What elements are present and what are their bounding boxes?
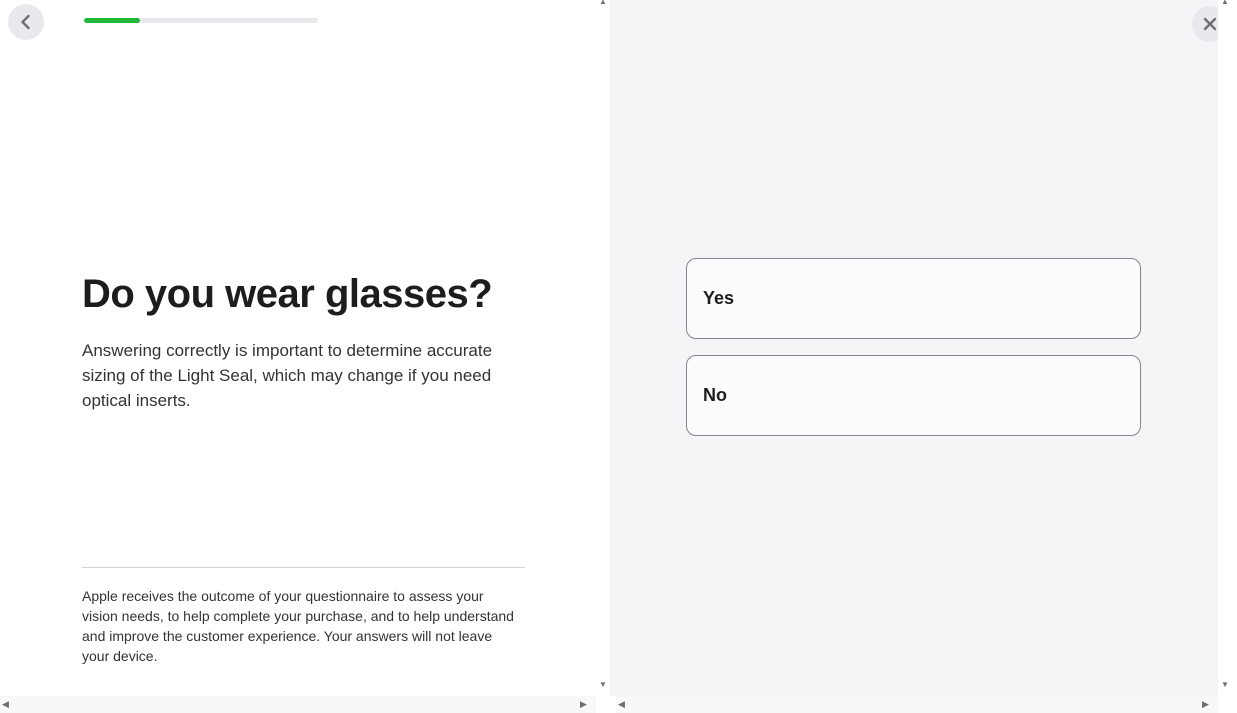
question-pane: Do you wear glasses? Answering correctly… — [0, 0, 596, 696]
divider — [82, 567, 525, 568]
scroll-right-arrow-icon[interactable]: ▶ — [580, 699, 587, 709]
progress-bar — [84, 18, 318, 23]
right-pane-horizontal-scrollbar[interactable]: ◀ ▶ — [616, 696, 1218, 713]
questionnaire-window: Do you wear glasses? Answering correctly… — [0, 0, 1237, 713]
option-no-button[interactable]: No — [686, 355, 1141, 436]
right-pane-vertical-scrollbar[interactable]: ▲ ▼ — [1218, 0, 1237, 696]
close-icon — [1203, 17, 1217, 31]
scrollbar-corner — [1218, 696, 1237, 713]
question-description: Answering correctly is important to dete… — [82, 341, 493, 410]
progress-fill — [84, 18, 141, 23]
privacy-disclaimer: Apple receives the outcome of your quest… — [82, 588, 514, 664]
option-yes-button[interactable]: Yes — [686, 258, 1141, 339]
question-title: Do you wear glasses? — [82, 272, 493, 316]
scroll-up-arrow-icon[interactable]: ▲ — [598, 0, 608, 7]
left-pane-horizontal-scrollbar[interactable]: ◀ ▶ — [0, 696, 596, 713]
scroll-down-arrow-icon[interactable]: ▼ — [598, 680, 608, 690]
back-button[interactable] — [8, 4, 44, 40]
scroll-up-arrow-icon[interactable]: ▲ — [1220, 0, 1230, 7]
scrollbar-gap — [596, 696, 616, 713]
option-label: Yes — [703, 288, 735, 308]
chevron-left-icon — [21, 14, 30, 30]
scroll-left-arrow-icon[interactable]: ◀ — [2, 699, 9, 709]
scroll-down-arrow-icon[interactable]: ▼ — [1220, 680, 1230, 690]
option-label: No — [703, 385, 727, 405]
answer-pane — [610, 0, 1218, 696]
scroll-right-arrow-icon[interactable]: ▶ — [1202, 699, 1209, 709]
left-pane-vertical-scrollbar[interactable]: ▲ ▼ — [596, 0, 610, 696]
scroll-left-arrow-icon[interactable]: ◀ — [618, 699, 625, 709]
